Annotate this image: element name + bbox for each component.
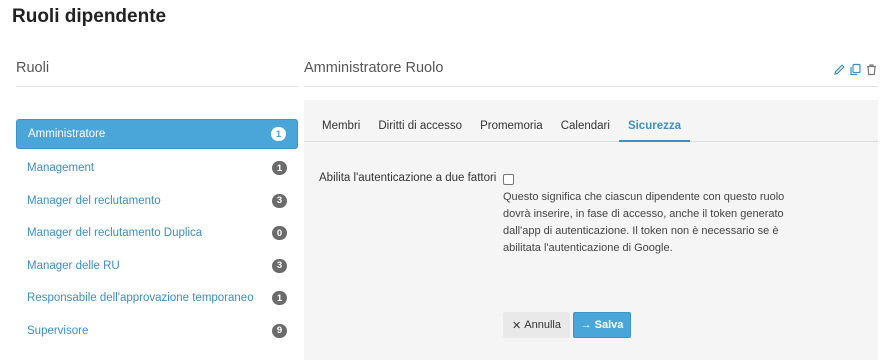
form-actions: ✕ Annulla → Salva <box>503 312 631 338</box>
role-actions <box>833 63 878 76</box>
tab-promemoria[interactable]: Promemoria <box>471 120 552 142</box>
pencil-icon[interactable] <box>833 63 846 76</box>
role-label: Responsabile dell'approvazione temporane… <box>27 292 254 305</box>
page-title: Ruoli dipendente <box>12 6 167 27</box>
role-count-badge: 3 <box>272 258 287 273</box>
role-count-badge: 1 <box>272 161 287 176</box>
roles-heading: Ruoli <box>16 60 298 87</box>
role-tabs: Membri Diritti di accesso Promemoria Cal… <box>304 100 878 142</box>
role-label: Manager del reclutamento <box>27 194 161 207</box>
role-item-manager-ru[interactable]: Manager delle RU 3 <box>16 250 298 283</box>
two-factor-row: Abilita l'autenticazione a due fattori Q… <box>319 170 863 257</box>
role-label: Management <box>27 162 95 175</box>
tab-membri[interactable]: Membri <box>313 120 369 142</box>
two-factor-field: Questo significa che ciascun dipendente … <box>503 170 863 257</box>
role-count-badge: 9 <box>272 323 287 338</box>
save-label: Salva <box>594 319 624 331</box>
role-item-supervisore[interactable]: Supervisore 9 <box>16 315 298 348</box>
role-item-amministratore[interactable]: Amministratore 1 <box>16 119 298 149</box>
roles-list: Amministratore 1 Management 1 Manager de… <box>16 119 298 347</box>
save-button[interactable]: → Salva <box>573 312 631 338</box>
role-detail: Amministratore Ruolo Membri Diritti di a… <box>304 60 878 360</box>
tab-diritti-accesso[interactable]: Diritti di accesso <box>369 120 471 142</box>
role-count-badge: 1 <box>272 291 287 306</box>
role-label: Manager del reclutamento Duplica <box>27 227 203 240</box>
two-factor-help-text: Questo significa che ciascun dipendente … <box>503 191 785 254</box>
roles-sidebar: Ruoli Amministratore 1 Management 1 Mana… <box>16 60 298 347</box>
tab-sicurezza[interactable]: Sicurezza <box>618 120 690 142</box>
close-icon: ✕ <box>512 319 522 332</box>
role-count-badge: 1 <box>271 127 286 141</box>
cancel-button[interactable]: ✕ Annulla <box>503 312 570 338</box>
role-item-manager-reclutamento-duplica[interactable]: Manager del reclutamento Duplica 0 <box>16 217 298 250</box>
role-label: Manager delle RU <box>27 259 120 272</box>
role-count-badge: 0 <box>272 226 287 241</box>
role-settings-panel: Membri Diritti di accesso Promemoria Cal… <box>304 100 878 360</box>
role-item-responsabile-approvazione[interactable]: Responsabile dell'approvazione temporane… <box>16 282 298 315</box>
two-factor-label: Abilita l'autenticazione a due fattori <box>319 172 497 184</box>
copy-icon[interactable] <box>849 63 862 76</box>
role-item-management[interactable]: Management 1 <box>16 152 298 185</box>
role-count-badge: 3 <box>272 193 287 208</box>
role-label: Supervisore <box>27 324 89 337</box>
two-factor-checkbox[interactable] <box>503 174 514 185</box>
role-label: Amministratore <box>28 128 106 140</box>
role-detail-header: Amministratore Ruolo <box>304 60 878 87</box>
trash-icon[interactable] <box>865 63 878 76</box>
cancel-label: Annulla <box>524 319 561 331</box>
tab-calendari[interactable]: Calendari <box>552 120 619 142</box>
role-item-manager-reclutamento[interactable]: Manager del reclutamento 3 <box>16 185 298 218</box>
arrow-right-icon: → <box>580 319 592 331</box>
role-detail-title: Amministratore Ruolo <box>304 60 444 76</box>
